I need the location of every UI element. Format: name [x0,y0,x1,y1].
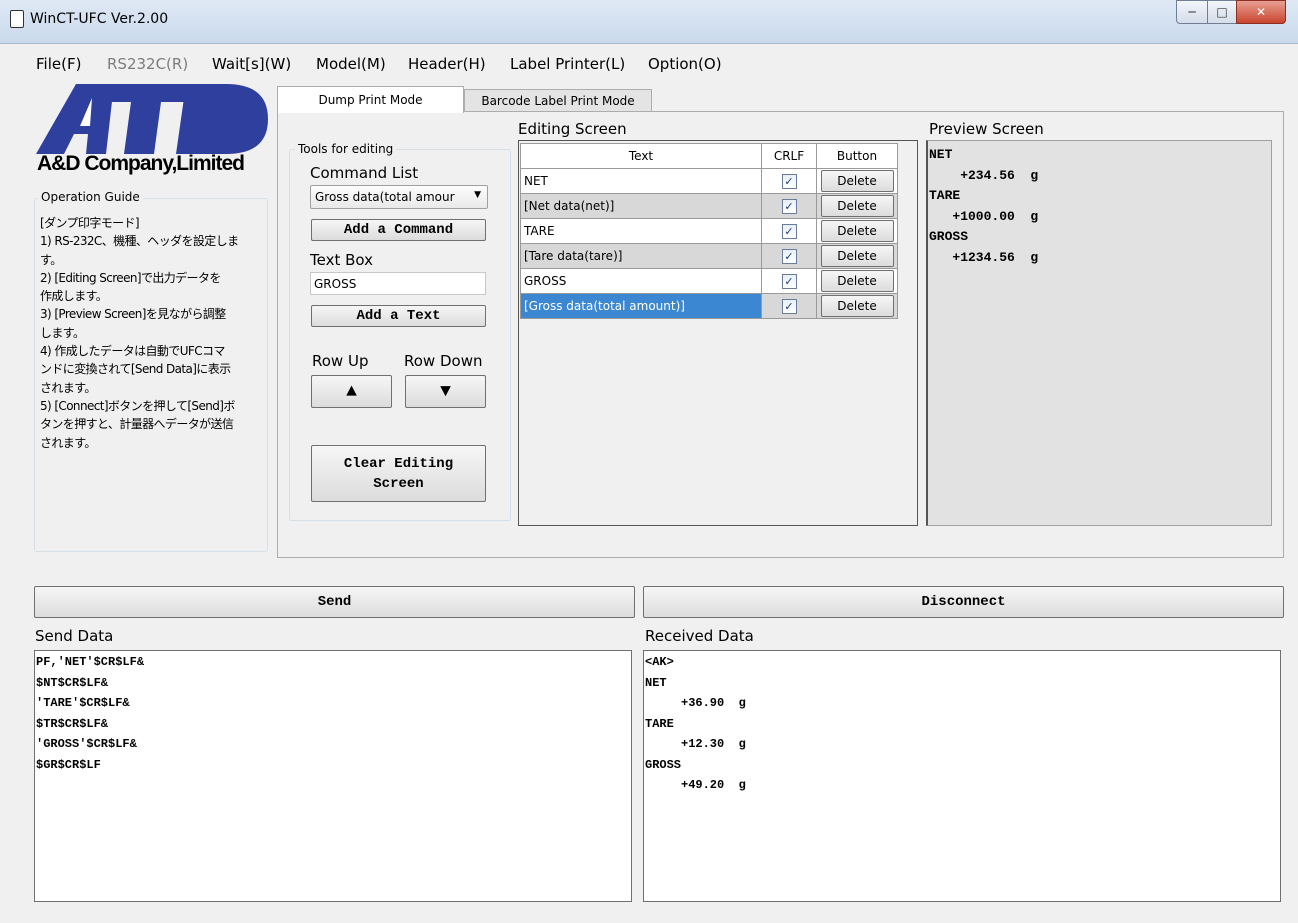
up-arrow-icon: ▲ [346,381,357,402]
clear-button-line2: Screen [373,475,424,492]
menu-wait[interactable]: Wait[s](W) [212,55,291,73]
text-box-input[interactable]: GROSS [310,272,486,295]
grid-row[interactable]: NET ✓ Delete [520,168,898,194]
menu-option[interactable]: Option(O) [648,55,722,73]
delete-cell: Delete [816,243,898,269]
row-down-button[interactable]: ▼ [405,375,486,408]
crlf-column-header: CRLF [761,143,817,169]
tab-barcode-label-print-mode[interactable]: Barcode Label Print Mode [464,89,652,112]
grid-header-row: Text CRLF Button [520,143,898,169]
clear-button-line1: Clear Editing [343,455,454,472]
close-button[interactable]: ✕ [1236,0,1286,24]
window-title: WinCT-UFC Ver.2.00 [30,11,169,27]
send-data-label: Send Data [35,627,114,645]
row-text[interactable]: TARE [520,218,762,244]
crlf-checkbox[interactable]: ✓ [781,248,797,264]
grid-row[interactable]: [Net data(net)] ✓ Delete [520,193,898,219]
crlf-checkbox-cell[interactable]: ✓ [761,293,817,319]
row-text[interactable]: [Gross data(total amount)] [520,293,762,319]
app-icon [10,10,24,28]
delete-cell: Delete [816,193,898,219]
command-list-value: Gross data(total amour [315,190,455,204]
row-text[interactable]: NET [520,168,762,194]
menu-file[interactable]: File(F) [36,55,81,73]
editing-grid: Text CRLF Button NET ✓ Delete [Net data(… [520,143,898,319]
minimize-button[interactable]: ─ [1176,0,1208,24]
delete-cell: Delete [816,268,898,294]
delete-button[interactable]: Delete [820,170,894,192]
title-bar [0,0,1298,44]
crlf-checkbox[interactable]: ✓ [781,198,797,214]
operation-guide-text: [ダンプ印字モード] 1) RS-232C、機種、ヘッダを設定しま す。 2) … [40,216,239,450]
crlf-checkbox-cell[interactable]: ✓ [761,168,817,194]
maximize-icon: □ [1216,5,1228,19]
preview-screen-label: Preview Screen [929,120,1044,138]
down-arrow-icon: ▼ [440,381,451,402]
text-column-header: Text [520,143,762,169]
crlf-checkbox[interactable]: ✓ [781,173,797,189]
add-command-button[interactable]: Add a Command [311,219,486,241]
menu-label-printer[interactable]: Label Printer(L) [510,55,625,73]
send-data-text: PF,'NET'$CR$LF& $NT$CR$LF& 'TARE'$CR$LF&… [36,655,145,772]
crlf-checkbox[interactable]: ✓ [781,223,797,239]
send-button[interactable]: Send [34,586,635,618]
operation-guide-label: Operation Guide [38,190,143,204]
menu-model[interactable]: Model(M) [316,55,386,73]
clear-editing-screen-button[interactable]: Clear Editing Screen [311,445,486,502]
preview-text: NET +234.56 g TARE +1000.00 g GROSS +123… [929,147,1039,265]
command-list-label: Command List [310,164,419,182]
crlf-checkbox-cell[interactable]: ✓ [761,218,817,244]
delete-button[interactable]: Delete [820,220,894,242]
minimize-icon: ─ [1188,5,1196,19]
close-icon: ✕ [1255,5,1267,19]
editing-screen-label: Editing Screen [518,120,627,138]
crlf-checkbox[interactable]: ✓ [781,273,797,289]
received-data-label: Received Data [645,627,754,645]
row-text[interactable]: GROSS [520,268,762,294]
delete-button[interactable]: Delete [820,270,894,292]
crlf-checkbox-cell[interactable]: ✓ [761,193,817,219]
command-list-select[interactable]: Gross data(total amour ▼ [310,185,488,209]
row-text[interactable]: [Tare data(tare)] [520,243,762,269]
dropdown-arrow-icon: ▼ [474,190,481,200]
tools-label: Tools for editing [295,142,397,156]
delete-button[interactable]: Delete [820,195,894,217]
button-column-header: Button [816,143,898,169]
delete-button[interactable]: Delete [820,295,894,317]
delete-cell: Delete [816,218,898,244]
grid-row[interactable]: TARE ✓ Delete [520,218,898,244]
row-down-label: Row Down [404,352,483,370]
add-text-button[interactable]: Add a Text [311,305,486,327]
delete-button[interactable]: Delete [820,245,894,267]
crlf-checkbox-cell[interactable]: ✓ [761,243,817,269]
delete-cell: Delete [816,293,898,319]
grid-row[interactable]: GROSS ✓ Delete [520,268,898,294]
menu-header[interactable]: Header(H) [408,55,486,73]
row-text[interactable]: [Net data(net)] [520,193,762,219]
company-name: A&D Company,Limited [37,152,245,175]
grid-row[interactable]: [Tare data(tare)] ✓ Delete [520,243,898,269]
menu-rs232c[interactable]: RS232C(R) [107,55,188,73]
disconnect-button[interactable]: Disconnect [643,586,1284,618]
row-up-button[interactable]: ▲ [311,375,392,408]
crlf-checkbox[interactable]: ✓ [781,298,797,314]
received-data-text: <AK> NET +36.90 g TARE +12.30 g GROSS +4… [645,655,746,792]
row-up-label: Row Up [312,352,369,370]
crlf-checkbox-cell[interactable]: ✓ [761,268,817,294]
grid-row-selected[interactable]: [Gross data(total amount)] ✓ Delete [520,293,898,319]
text-box-label: Text Box [310,251,373,269]
tab-dump-print-mode[interactable]: Dump Print Mode [277,86,464,113]
company-logo [36,84,268,154]
delete-cell: Delete [816,168,898,194]
maximize-button[interactable]: □ [1207,0,1237,24]
